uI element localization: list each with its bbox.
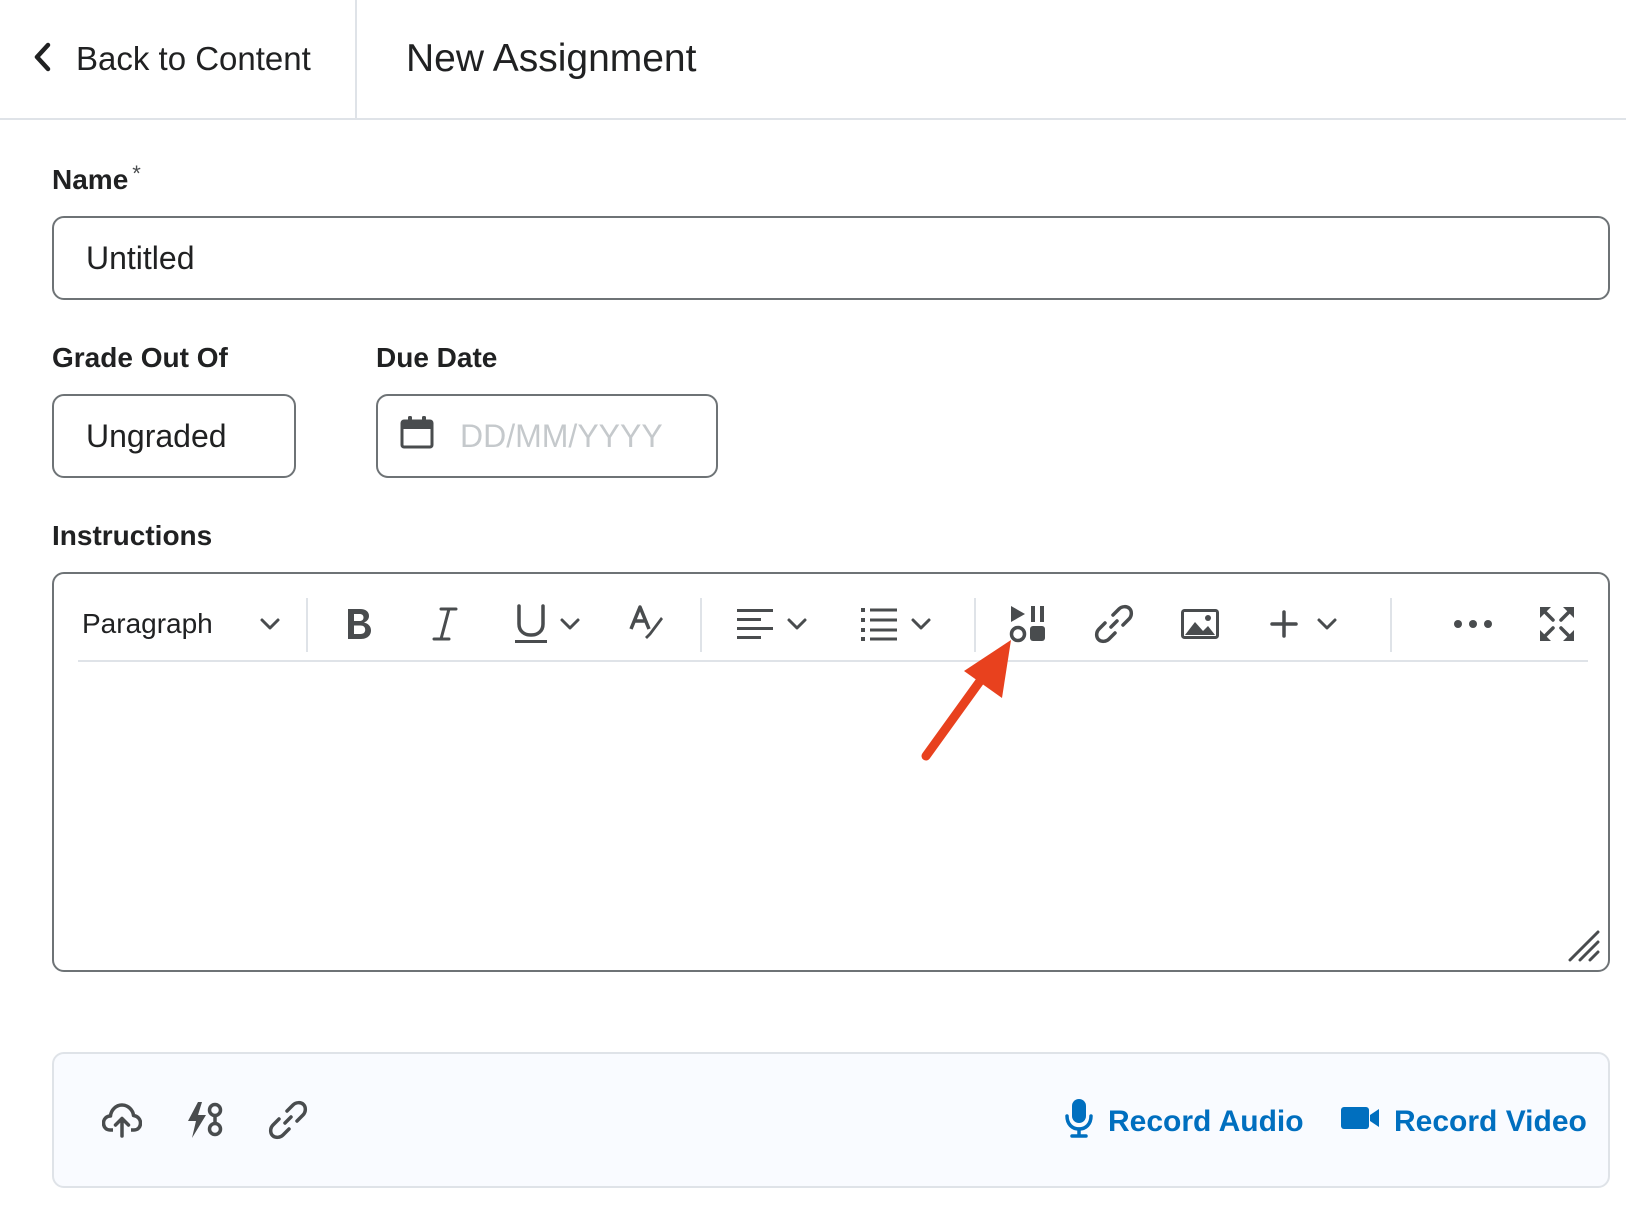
quicklink-button[interactable] <box>176 1094 232 1150</box>
chevron-down-icon <box>786 617 808 631</box>
microphone-icon <box>1064 1098 1108 1146</box>
page-title: New Assignment <box>406 37 697 80</box>
record-audio-button[interactable]: Record Audio <box>1064 1094 1304 1150</box>
name-label-text: Name <box>52 164 129 195</box>
grade-out-of-label: Grade Out Of <box>52 342 228 373</box>
fullscreen-icon <box>1538 605 1576 643</box>
plus-icon <box>1270 610 1298 638</box>
back-to-content-link[interactable]: Back to Content <box>0 0 357 118</box>
name-label: Name * <box>52 161 141 196</box>
toolbar-divider <box>306 598 308 652</box>
required-mark: * <box>132 161 141 186</box>
format-painter-icon <box>627 605 667 643</box>
bold-icon <box>344 606 374 642</box>
link-icon <box>1094 604 1134 644</box>
upload-button[interactable] <box>94 1094 150 1150</box>
insert-image-button[interactable] <box>1168 588 1232 660</box>
insert-more-dropdown[interactable] <box>1256 588 1352 660</box>
italic-icon <box>432 606 458 642</box>
align-dropdown[interactable] <box>724 588 820 660</box>
image-icon <box>1181 609 1219 639</box>
attach-link-button[interactable] <box>260 1094 316 1150</box>
due-date-placeholder: DD/MM/YYYY <box>460 417 663 454</box>
calendar-icon[interactable] <box>400 415 460 457</box>
grade-out-of-input[interactable]: Ungraded <box>52 394 296 478</box>
chevron-down-icon <box>559 617 581 631</box>
toolbar-divider <box>1390 598 1392 652</box>
bullet-list-icon <box>860 606 898 642</box>
chevron-down-icon <box>1316 617 1338 631</box>
record-video-button[interactable]: Record Video <box>1340 1094 1587 1150</box>
instructions-editor[interactable]: Paragraph <box>52 572 1610 972</box>
record-audio-label: Record Audio <box>1108 1105 1304 1138</box>
list-dropdown[interactable] <box>848 588 944 660</box>
resize-handle-icon[interactable] <box>1566 928 1600 962</box>
quicklink-icon <box>184 1100 224 1145</box>
more-actions-button[interactable] <box>1438 588 1508 660</box>
instructions-label: Instructions <box>52 520 213 551</box>
align-left-icon <box>736 607 774 641</box>
chevron-down-icon <box>259 617 281 631</box>
fullscreen-button[interactable] <box>1526 588 1588 660</box>
editor-toolbar: Paragraph <box>78 588 1588 662</box>
link-icon <box>268 1100 308 1145</box>
due-date-label: Due Date <box>376 342 498 373</box>
insert-link-button[interactable] <box>1082 588 1146 660</box>
video-camera-icon <box>1340 1105 1394 1139</box>
text-style-button[interactable] <box>616 588 678 660</box>
upload-icon <box>101 1102 143 1143</box>
paragraph-format-dropdown[interactable]: Paragraph <box>78 588 284 660</box>
underline-icon <box>513 604 549 644</box>
chevron-down-icon <box>910 617 932 631</box>
attachments-bar: Record Audio Record Video <box>52 1052 1610 1188</box>
name-input-value: Untitled <box>86 239 195 276</box>
more-icon <box>1453 619 1493 629</box>
paragraph-format-label: Paragraph <box>82 608 213 639</box>
grade-input-value: Ungraded <box>86 417 227 454</box>
name-input[interactable]: Untitled <box>52 216 1610 300</box>
page-header: Back to Content New Assignment <box>0 0 1626 120</box>
underline-button[interactable] <box>502 588 592 660</box>
toolbar-divider <box>974 598 976 652</box>
bold-button[interactable] <box>328 588 390 660</box>
insert-stuff-button[interactable] <box>996 588 1060 660</box>
italic-button[interactable] <box>414 588 476 660</box>
record-video-label: Record Video <box>1394 1105 1587 1138</box>
back-to-content-label: Back to Content <box>76 40 311 77</box>
due-date-input[interactable]: DD/MM/YYYY <box>376 394 718 478</box>
chevron-left-icon <box>32 42 76 77</box>
insert-stuff-icon <box>1009 604 1047 644</box>
toolbar-divider <box>700 598 702 652</box>
